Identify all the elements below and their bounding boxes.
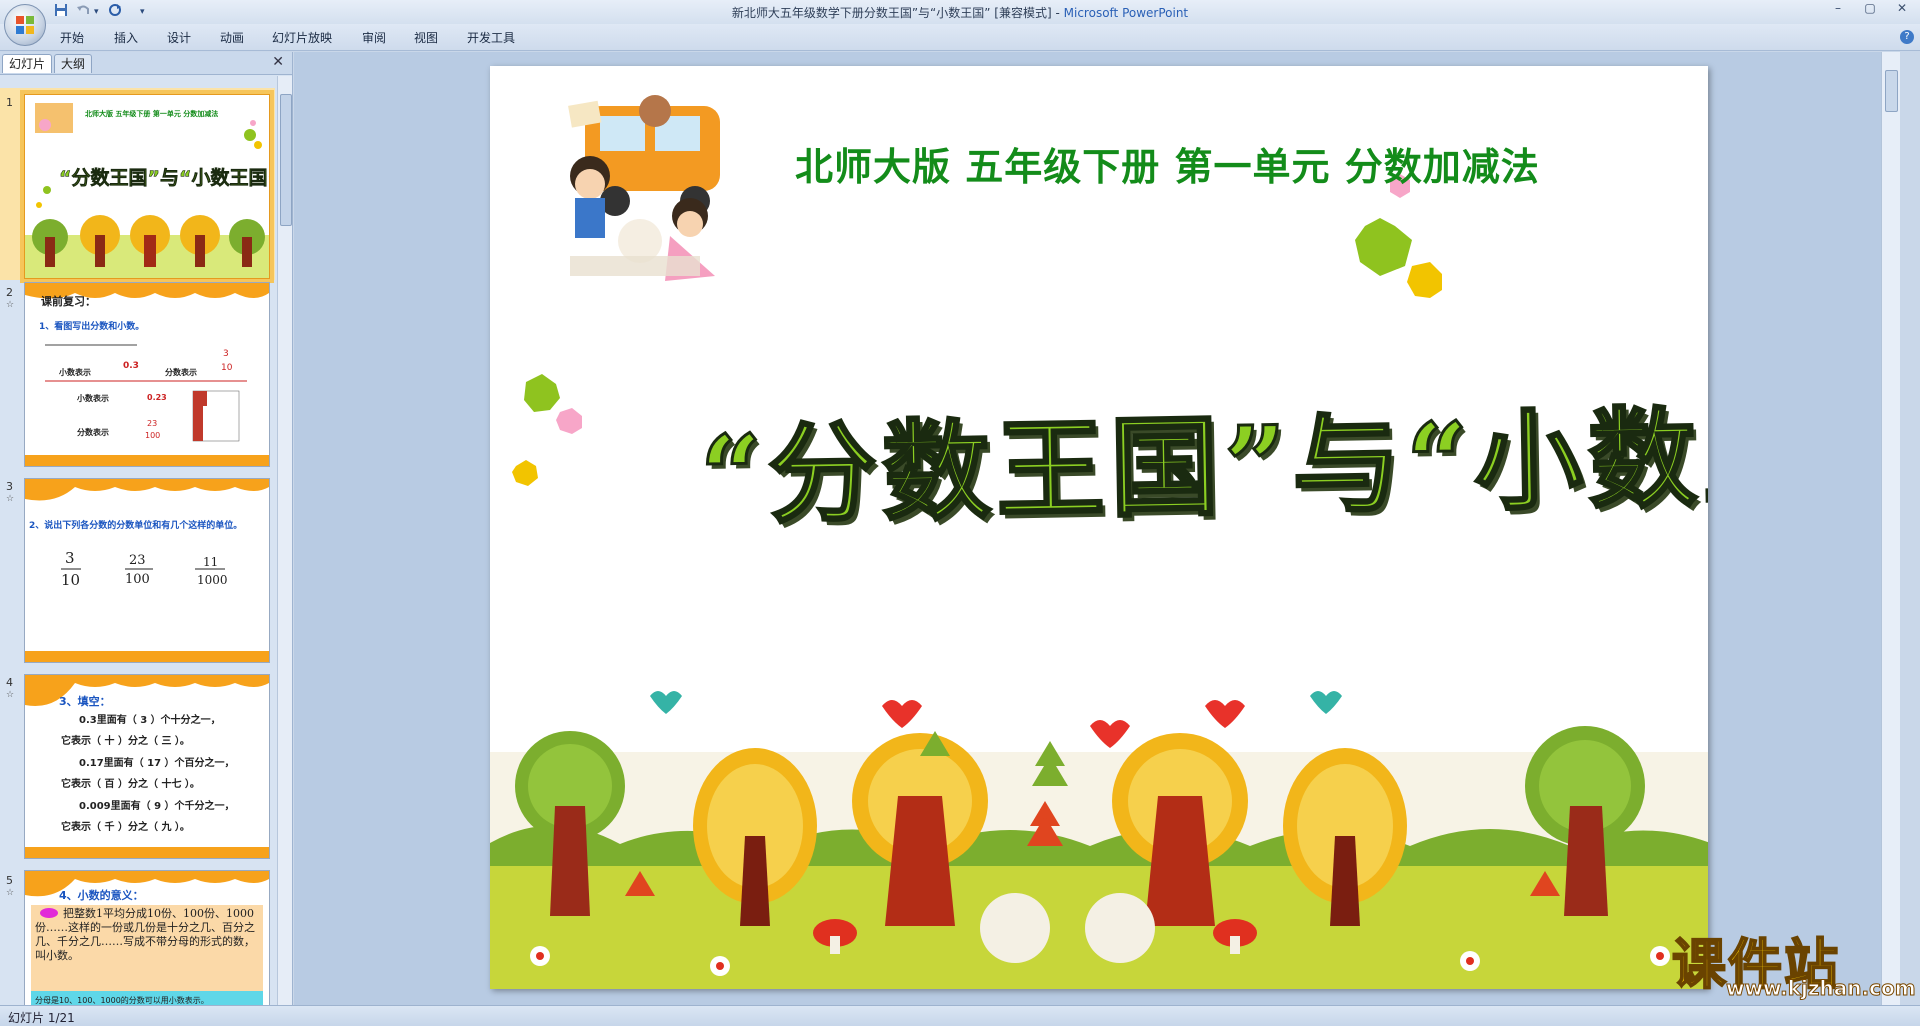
thumbnail-1-title: “分数王国”与“小数王国”	[59, 167, 270, 190]
thumbnail-5-title: 4、小数的意义：	[59, 889, 144, 902]
thumbnail-2-value: 0.23	[147, 393, 167, 402]
tab-slide-show[interactable]: 幻灯片放映	[272, 29, 332, 46]
thumbnail-2-label: 分数表示	[165, 368, 197, 377]
thumbnail-number: 4	[6, 676, 13, 689]
yellow-octagon	[1407, 262, 1442, 298]
thumbnail-2-value: 0.3	[123, 361, 139, 371]
thumbnail-number: 1	[6, 96, 13, 109]
panel-close-button[interactable]: ✕	[272, 54, 284, 70]
thumbnail-4-line: 0.009里面有（ 9 ）个千分之一，	[79, 801, 235, 812]
watermark-url: www.kjzhan.com	[1726, 976, 1917, 1001]
animation-star-icon: ☆	[6, 300, 15, 310]
window-title-doc: 新北师大五年级数学下册分数王国”与“小数王国” [兼容模式] -	[731, 6, 1064, 20]
slide-thumbnail-3[interactable]: 2、说出下列各分数的分数单位和有几个这样的单位。 3 10 23 100 11 …	[24, 478, 270, 663]
animation-star-icon: ☆	[6, 494, 15, 504]
title-bar: ▾ ▾ 新北师大五年级数学下册分数王国”与“小数王国” [兼容模式] - Mic…	[0, 0, 1920, 24]
office-button[interactable]	[4, 4, 46, 46]
thumbnail-2-label: 分数表示	[77, 428, 109, 437]
kids-car-clipart	[568, 95, 720, 281]
tab-animations[interactable]: 动画	[220, 29, 244, 46]
minimize-button[interactable]: –	[1824, 0, 1852, 18]
slide-editing-area: 北师大版 五年级下册 第一单元 分数加减法 “分数王国”与“小数王国”	[294, 52, 1900, 1005]
slide-counter: 幻灯片 1/21	[8, 1011, 75, 1025]
thumbnail-list: 1 北师大版 五年级下册 第一单元 分数加减法 “分数王国”与“小数王国” 2 …	[0, 76, 275, 1005]
status-bar: 幻灯片 1/21	[0, 1005, 1920, 1026]
slide-thumbnail-1[interactable]: 北师大版 五年级下册 第一单元 分数加减法 “分数王国”与“小数王国”	[20, 90, 274, 283]
window-title: 新北师大五年级数学下册分数王国”与“小数王国” [兼容模式] - Microso…	[0, 4, 1920, 21]
thumbnail-2-line1: 1、看图写出分数和小数。	[39, 322, 145, 332]
animation-star-icon: ☆	[6, 690, 15, 700]
green-octagon	[524, 374, 560, 412]
thumbnail-5-foot: 分母是10、100、1000的分数可以用小数表示。	[35, 996, 209, 1005]
office-logo-icon	[16, 16, 34, 34]
slide-thumbnail-2[interactable]: 课前复习： 1、看图写出分数和小数。 小数表示 0.3 分数表示 3 10 小数…	[24, 282, 270, 467]
thumbnail-4-line: 它表示（ 百 ）分之（ 十七 ）。	[61, 779, 200, 790]
thumbnail-2-frac-den: 10	[221, 363, 233, 373]
help-icon[interactable]: ?	[1900, 30, 1914, 44]
animation-star-icon: ☆	[6, 888, 15, 898]
yellow-dot	[512, 460, 538, 486]
scrollbar-thumb[interactable]	[1885, 70, 1898, 112]
thumbnail-3-frac-den: 100	[125, 572, 150, 587]
slide-main-title[interactable]: “分数王国”与“小数王国”	[698, 367, 1708, 546]
tab-home[interactable]: 开始	[60, 29, 84, 46]
thumbnail-3-line1: 2、说出下列各分数的分数单位和有几个这样的单位。	[29, 521, 243, 531]
watermark-logo: 课件站 www.kjzhan.com	[1671, 920, 1916, 1001]
green-octagon	[1355, 218, 1412, 276]
tab-developer[interactable]: 开发工具	[467, 29, 515, 46]
thumbnail-3-frac-num: 3	[65, 549, 75, 567]
thumbnail-3-frac-den: 1000	[197, 573, 228, 587]
thumbnail-2-frac-den: 100	[145, 431, 161, 440]
thumbnail-1-subtitle: 北师大版 五年级下册 第一单元 分数加减法	[85, 110, 219, 118]
tab-view[interactable]: 视图	[414, 29, 438, 46]
tab-insert[interactable]: 插入	[114, 29, 138, 46]
thumbnail-3-frac-num: 11	[203, 555, 219, 569]
thumbnail-3-frac-den: 10	[61, 571, 81, 589]
thumbnail-2-label: 小数表示	[59, 368, 91, 377]
thumbnail-number: 3	[6, 480, 13, 493]
thumbnail-2-frac-num: 3	[223, 349, 229, 359]
slide-thumbnail-5[interactable]: 4、小数的意义： 把整数1平均分成10份、100份、1000份……这样的一份或几…	[24, 870, 270, 1005]
panel-tab-bar: 幻灯片 大纲 ✕	[0, 52, 292, 75]
slides-panel: 幻灯片 大纲 ✕ 1 北师大版 五年级下册 第一单元 分数加减法 “分数王国”与…	[0, 52, 293, 1005]
slide-thumbnail-4[interactable]: 3、填空： 0.3里面有（ 3 ）个十分之一， 它表示（ 十 ）分之（ 三 ）。…	[24, 674, 270, 859]
thumbnail-2-title: 课前复习：	[41, 295, 96, 308]
scrollbar-thumb[interactable]	[280, 94, 292, 226]
slide-subtitle[interactable]: 北师大版 五年级下册 第一单元 分数加减法	[795, 136, 1540, 191]
forest-border	[490, 691, 1708, 989]
thumbnail-5-body: 把整数1平均分成10份、100份、1000份……这样的一份或几份是十分之几、百分…	[35, 907, 255, 962]
thumbnail-3-frac-num: 23	[129, 553, 146, 568]
window-title-app: Microsoft PowerPoint	[1063, 6, 1189, 20]
thumbnail-2-frac-num: 23	[147, 419, 158, 428]
thumbnail-4-line: 0.3里面有（ 3 ）个十分之一，	[79, 715, 221, 726]
thumbnail-4-line: 0.17里面有（ 17 ）个百分之一，	[79, 758, 235, 769]
thumbnail-4-title: 3、填空：	[59, 695, 111, 708]
thumbnail-4-line: 它表示（ 千 ）分之（ 九 ）。	[61, 822, 190, 833]
thumbnail-scrollbar[interactable]	[277, 76, 292, 1005]
ribbon-tab-bar: 开始 插入 设计 动画 幻灯片放映 审阅 视图 开发工具 ?	[0, 24, 1920, 51]
current-slide[interactable]: 北师大版 五年级下册 第一单元 分数加减法 “分数王国”与“小数王国”	[490, 66, 1708, 989]
tab-review[interactable]: 审阅	[362, 29, 386, 46]
thumbnail-number: 5	[6, 874, 13, 887]
thumbnail-number: 2	[6, 286, 13, 299]
thumbnail-4-line: 它表示（ 十 ）分之（ 三 ）。	[61, 736, 190, 747]
pink-dot	[556, 408, 582, 434]
slide-scrollbar[interactable]	[1881, 52, 1900, 1005]
tab-outline[interactable]: 大纲	[54, 54, 93, 73]
thumbnail-2-label: 小数表示	[77, 394, 109, 403]
maximize-button[interactable]: ▢	[1856, 0, 1884, 18]
close-window-button[interactable]: ✕	[1888, 0, 1916, 18]
tab-slides[interactable]: 幻灯片	[2, 54, 53, 73]
tab-design[interactable]: 设计	[167, 29, 191, 46]
